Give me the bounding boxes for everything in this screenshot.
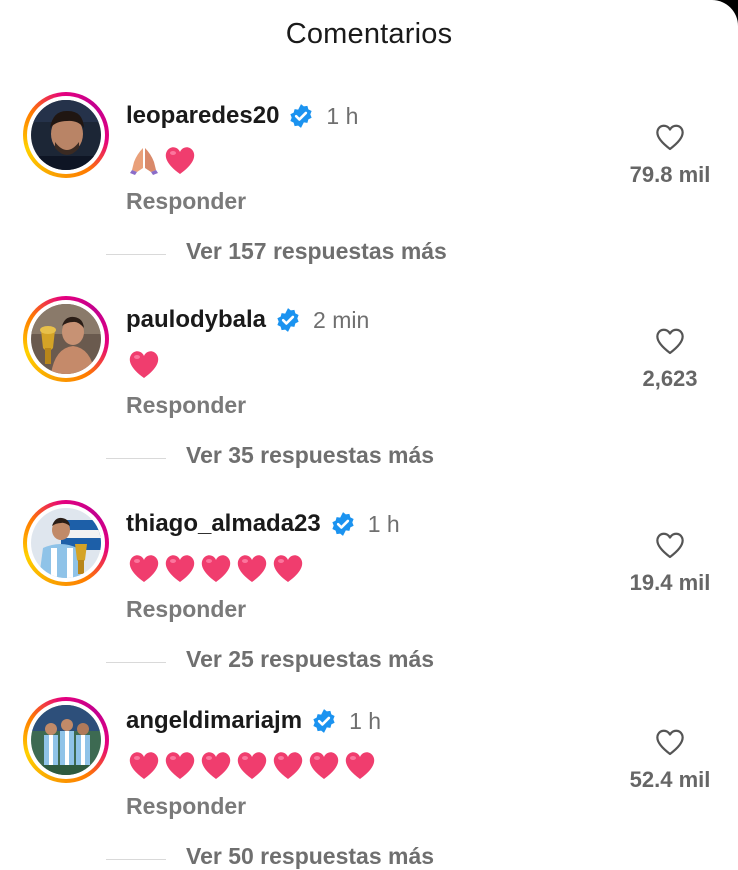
avatar[interactable] bbox=[31, 304, 101, 374]
reply-button[interactable]: Responder bbox=[126, 596, 246, 623]
replies-divider bbox=[106, 859, 166, 860]
view-more-replies-button[interactable]: Ver 25 respuestas más bbox=[186, 646, 434, 673]
username[interactable]: leoparedes20 bbox=[126, 102, 279, 130]
heart-outline-icon[interactable] bbox=[654, 326, 686, 356]
pink-heart-icon bbox=[162, 550, 198, 586]
pink-heart-icon bbox=[126, 550, 162, 586]
comment-item: leoparedes20 1 h Responder 79.8 mil Ver … bbox=[0, 92, 738, 292]
comments-sheet: Comentarios leoparedes20 1 h Responder 7… bbox=[0, 0, 738, 870]
view-more-replies-button[interactable]: Ver 50 respuestas más bbox=[186, 843, 434, 870]
like-block: 2,623 bbox=[610, 326, 730, 392]
pink-heart-icon bbox=[198, 747, 234, 783]
comment-item: paulodybala 2 min Responder 2,623 Ver 35… bbox=[0, 296, 738, 496]
pink-heart-icon bbox=[198, 550, 234, 586]
verified-badge-icon bbox=[288, 103, 314, 129]
pink-heart-icon bbox=[270, 550, 306, 586]
comment-item: thiago_almada23 1 h Responder 19.4 mil V… bbox=[0, 500, 738, 700]
pink-heart-icon bbox=[342, 747, 378, 783]
pink-heart-icon bbox=[234, 747, 270, 783]
replies-divider bbox=[106, 662, 166, 663]
story-ring[interactable] bbox=[23, 500, 109, 586]
like-block: 79.8 mil bbox=[610, 122, 730, 188]
reply-button[interactable]: Responder bbox=[126, 188, 246, 215]
comment-text bbox=[126, 548, 306, 588]
comment-time: 1 h bbox=[349, 707, 382, 734]
comment-text bbox=[126, 140, 198, 180]
comment-text bbox=[126, 745, 378, 785]
heart-outline-icon[interactable] bbox=[654, 727, 686, 757]
heart-outline-icon[interactable] bbox=[654, 122, 686, 152]
like-count: 19.4 mil bbox=[629, 570, 711, 595]
pink-heart-icon bbox=[270, 747, 306, 783]
comment-text bbox=[126, 344, 162, 384]
comment-item: angeldimariajm 1 h Responder 52.4 mil Ve… bbox=[0, 697, 738, 870]
reply-button[interactable]: Responder bbox=[126, 392, 246, 419]
avatar[interactable] bbox=[31, 508, 101, 578]
view-more-replies-button[interactable]: Ver 157 respuestas más bbox=[186, 238, 447, 265]
like-block: 52.4 mil bbox=[610, 727, 730, 793]
username[interactable]: thiago_almada23 bbox=[126, 510, 321, 538]
comment-time: 1 h bbox=[367, 510, 400, 537]
verified-badge-icon bbox=[330, 511, 356, 537]
folded-hands-icon bbox=[126, 142, 162, 178]
story-ring[interactable] bbox=[23, 296, 109, 382]
pink-heart-icon bbox=[162, 747, 198, 783]
verified-badge-icon bbox=[275, 307, 301, 333]
pink-heart-icon bbox=[162, 142, 198, 178]
pink-heart-icon bbox=[306, 747, 342, 783]
pink-heart-icon bbox=[234, 550, 270, 586]
replies-divider bbox=[106, 254, 166, 255]
like-count: 52.4 mil bbox=[629, 767, 711, 792]
username[interactable]: angeldimariajm bbox=[126, 707, 302, 735]
heart-outline-icon[interactable] bbox=[654, 530, 686, 560]
verified-badge-icon bbox=[311, 708, 337, 734]
story-ring[interactable] bbox=[23, 697, 109, 783]
comment-time: 2 min bbox=[313, 306, 370, 333]
story-ring[interactable] bbox=[23, 92, 109, 178]
username[interactable]: paulodybala bbox=[126, 306, 266, 334]
like-block: 19.4 mil bbox=[610, 530, 730, 596]
avatar[interactable] bbox=[31, 100, 101, 170]
sheet-title: Comentarios bbox=[285, 18, 453, 50]
like-count: 79.8 mil bbox=[629, 162, 711, 187]
pink-heart-icon bbox=[126, 747, 162, 783]
like-count: 2,623 bbox=[642, 366, 698, 391]
replies-divider bbox=[106, 458, 166, 459]
view-more-replies-button[interactable]: Ver 35 respuestas más bbox=[186, 442, 434, 469]
reply-button[interactable]: Responder bbox=[126, 793, 246, 820]
avatar[interactable] bbox=[31, 705, 101, 775]
comment-time: 1 h bbox=[326, 102, 359, 129]
pink-heart-icon bbox=[126, 346, 162, 382]
